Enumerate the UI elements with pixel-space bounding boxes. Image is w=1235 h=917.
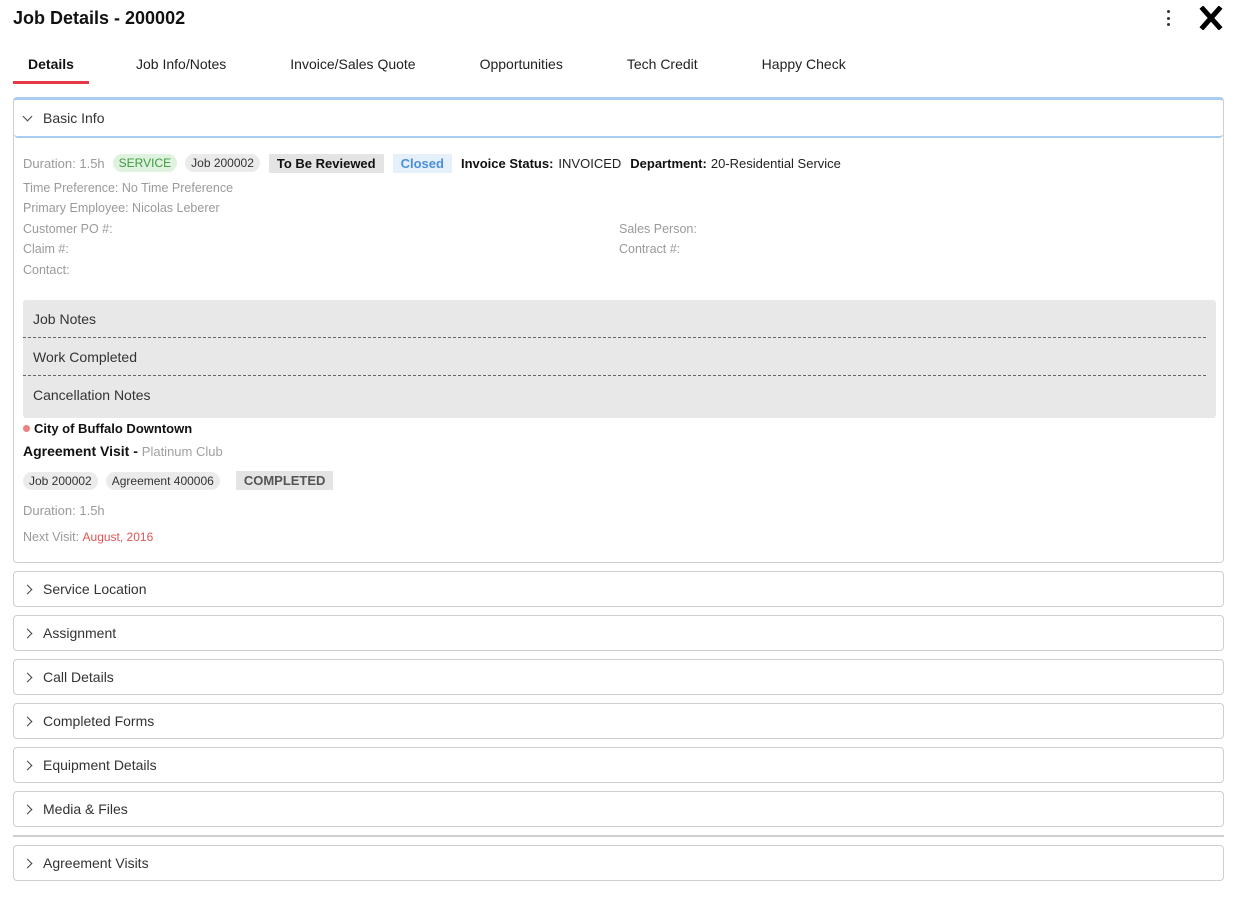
notes-box: Job Notes Work Completed Cancellation No… — [23, 300, 1216, 418]
agreement-visit-title: Agreement Visit - Platinum Club — [23, 443, 223, 459]
invoice-status-value: INVOICED — [558, 155, 622, 171]
tab-invoice-sales-quote[interactable]: Invoice/Sales Quote — [290, 44, 415, 84]
sales-person: Sales Person: — [619, 222, 697, 236]
tab-job-info-notes[interactable]: Job Info/Notes — [136, 44, 226, 84]
chevron-down-icon — [22, 111, 33, 121]
tab-details[interactable]: Details — [13, 44, 89, 84]
section-call-details[interactable]: Call Details — [13, 659, 1224, 695]
section-title: Media & Files — [43, 801, 128, 817]
section-title: Service Location — [43, 581, 147, 597]
tab-happy-check[interactable]: Happy Check — [762, 44, 846, 84]
tab-opportunities[interactable]: Opportunities — [480, 44, 563, 84]
agreement-plan: Platinum Club — [141, 444, 223, 459]
basic-info-header[interactable]: Basic Info — [14, 100, 1223, 138]
next-visit: Next Visit: August, 2016 — [23, 530, 153, 544]
basic-info-panel: Basic Info Duration: 1.5h SERVICE Job 20… — [13, 97, 1224, 563]
close-icon[interactable] — [1199, 6, 1223, 30]
chevron-right-icon — [22, 628, 33, 638]
contact: Contact: — [23, 263, 70, 277]
chevron-right-icon — [22, 672, 33, 682]
cancellation-notes-row[interactable]: Cancellation Notes — [23, 376, 1206, 414]
agreement-visit-label: Agreement Visit - — [23, 443, 138, 459]
service-badge: SERVICE — [112, 154, 178, 172]
location-line: City of Buffalo Downtown — [23, 421, 192, 436]
section-equipment-details[interactable]: Equipment Details — [13, 747, 1224, 783]
review-status-badge: To Be Reviewed — [268, 153, 384, 173]
contract-number: Contract #: — [619, 242, 681, 256]
chevron-right-icon — [22, 584, 33, 594]
section-completed-forms[interactable]: Completed Forms — [13, 703, 1224, 739]
basic-info-title: Basic Info — [43, 110, 105, 126]
chevron-right-icon — [22, 716, 33, 726]
tab-tech-credit[interactable]: Tech Credit — [627, 44, 698, 84]
section-service-location[interactable]: Service Location — [13, 571, 1224, 607]
invoice-status-label: Invoice Status: — [460, 155, 554, 171]
agreement-duration: Duration: 1.5h — [23, 503, 105, 518]
duration-text: Duration: 1.5h — [23, 155, 105, 171]
page-title: Job Details - 200002 — [13, 8, 186, 28]
chevron-right-icon — [22, 858, 33, 868]
department-label: Department: — [630, 155, 707, 171]
section-title: Agreement Visits — [43, 855, 149, 871]
agreement-tags: Job 200002 Agreement 400006 COMPLETED — [23, 471, 334, 490]
location-name: City of Buffalo Downtown — [34, 421, 193, 436]
work-completed-row[interactable]: Work Completed — [23, 338, 1206, 376]
job-number-badge: Job 200002 — [185, 154, 260, 172]
agreement-job-badge: Job 200002 — [23, 471, 98, 490]
chevron-right-icon — [22, 760, 33, 770]
job-status-badge: Closed — [392, 153, 452, 173]
next-visit-value: August, 2016 — [82, 530, 154, 544]
location-dot-icon — [23, 425, 30, 432]
section-agreement-visits[interactable]: Agreement Visits — [13, 845, 1224, 881]
section-media-files[interactable]: Media & Files — [13, 791, 1224, 827]
claim-number: Claim #: — [23, 242, 69, 256]
tab-bar: Details Job Info/Notes Invoice/Sales Quo… — [13, 44, 846, 84]
department-value: 20-Residential Service — [710, 155, 841, 171]
section-title: Assignment — [43, 625, 117, 641]
more-options-icon[interactable] — [1163, 9, 1173, 27]
job-summary-row: Duration: 1.5h SERVICE Job 200002 To Be … — [23, 152, 841, 174]
section-title: Completed Forms — [43, 713, 155, 729]
section-title: Call Details — [43, 669, 114, 685]
job-notes-row[interactable]: Job Notes — [23, 300, 1206, 338]
completed-badge: COMPLETED — [235, 471, 334, 490]
chevron-right-icon — [22, 804, 33, 814]
divider — [13, 835, 1224, 837]
header: Job Details - 200002 — [13, 6, 1223, 34]
section-assignment[interactable]: Assignment — [13, 615, 1224, 651]
section-title: Equipment Details — [43, 757, 157, 773]
time-preference: Time Preference: No Time Preference — [23, 181, 234, 195]
agreement-number-badge: Agreement 400006 — [105, 471, 220, 490]
primary-employee: Primary Employee: Nicolas Leberer — [23, 201, 220, 215]
customer-po: Customer PO #: — [23, 222, 113, 236]
next-visit-label: Next Visit: — [23, 530, 80, 544]
